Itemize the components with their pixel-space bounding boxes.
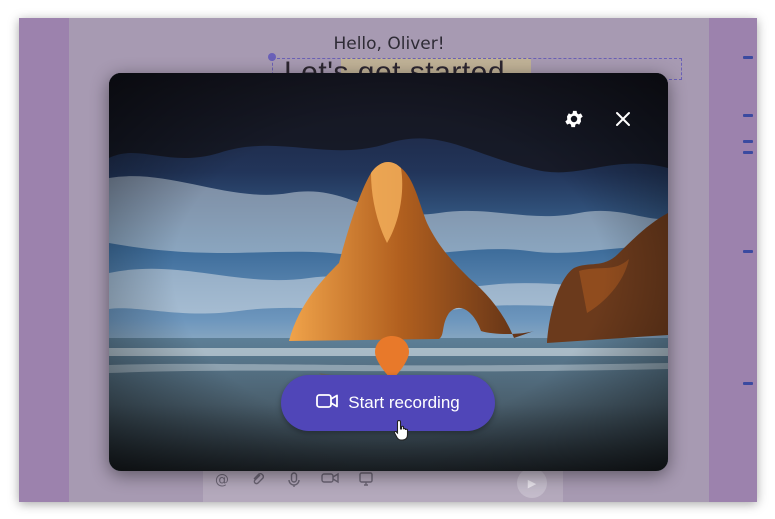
timeline-tick [743,114,753,117]
paperclip-icon[interactable] [249,472,267,492]
video-icon[interactable] [321,472,339,492]
timeline-tick [743,382,753,385]
microphone-icon[interactable] [285,472,303,492]
timeline-tick [743,56,753,59]
selection-handle[interactable] [268,53,276,61]
timeline-tick [743,250,753,253]
timeline-tick [743,151,753,154]
start-recording-label: Start recording [348,393,460,412]
camera-preview-modal: Start recording [109,73,668,471]
at-sign-icon[interactable]: @ [213,472,231,492]
greeting-text: Hello, Oliver! [333,34,445,54]
video-camera-icon [316,393,339,414]
timeline-tick [743,140,753,143]
start-recording-button[interactable]: Start recording [281,375,495,431]
screen-record-icon[interactable] [357,472,375,492]
hand-cursor-icon [393,419,409,441]
left-panel [19,18,69,502]
close-icon[interactable] [608,104,638,134]
send-icon[interactable]: ▶ [517,468,547,498]
gear-icon[interactable] [559,104,589,134]
right-panel [709,18,757,502]
